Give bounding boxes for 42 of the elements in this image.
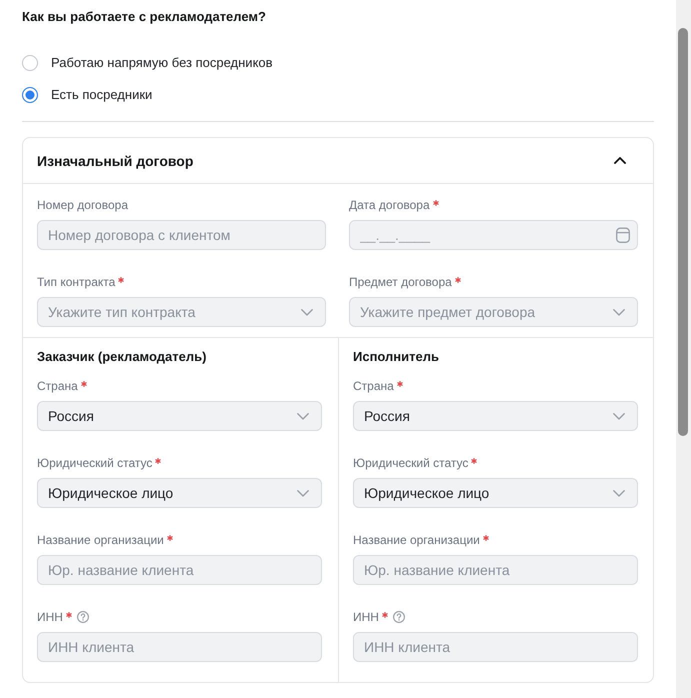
field-label: Юридический статус	[37, 455, 152, 471]
chevron-down-icon	[613, 490, 625, 496]
calendar-icon[interactable]	[616, 227, 630, 243]
party-title: Исполнитель	[353, 349, 440, 365]
chevron-down-icon	[613, 412, 625, 420]
chevron-down-icon	[297, 490, 309, 496]
select-field[interactable]: Россия	[353, 401, 638, 431]
party-title: Заказчик (рекламодатель)	[37, 349, 208, 365]
select-field[interactable]: Юридическое лицо	[353, 478, 638, 508]
input-field[interactable]: ИНН клиента	[37, 632, 322, 662]
question-title: Как вы работаете с рекламодателем?	[22, 8, 267, 26]
field-label: Дата договора	[349, 197, 430, 213]
chevron-down-icon	[297, 412, 309, 420]
field-label: Название организации	[37, 532, 164, 548]
select-field[interactable]: Юридическое лицо	[37, 478, 322, 508]
field-label: Страна	[37, 378, 78, 394]
section-title: Изначальный договор	[37, 152, 194, 168]
field-label: ИНН	[353, 609, 379, 625]
scrollbar-track[interactable]	[676, 0, 691, 698]
field-label: Предмет договора	[349, 274, 452, 290]
radio-label[interactable]: Работаю напрямую без посредников	[51, 55, 273, 71]
scrollbar-thumb[interactable]	[678, 28, 688, 436]
chevron-down-icon	[301, 308, 313, 316]
date-field[interactable]: __.__.____	[349, 220, 638, 250]
field-label: Страна	[353, 378, 394, 394]
input-field[interactable]: Юр. название клиента	[353, 555, 638, 585]
select-field[interactable]: Россия	[37, 401, 322, 431]
radio-button[interactable]	[22, 55, 38, 71]
field-label: Название организации	[353, 532, 480, 548]
radio-label[interactable]: Есть посредники	[51, 87, 152, 103]
chevron-down-icon	[613, 308, 625, 316]
field-label: Тип контракта	[37, 274, 116, 290]
help-icon[interactable]	[392, 611, 405, 623]
radio-button[interactable]	[22, 87, 38, 103]
field-label: Номер договора	[37, 197, 128, 213]
field-label: ИНН	[37, 609, 63, 625]
input-field[interactable]: ИНН клиента	[353, 632, 638, 662]
input-field[interactable]: Номер договора с клиентом	[37, 220, 326, 250]
field-label: Юридический статус	[353, 455, 468, 471]
chevron-up-icon[interactable]	[614, 157, 626, 164]
help-icon[interactable]	[76, 611, 89, 623]
input-field[interactable]: Юр. название клиента	[37, 555, 322, 585]
